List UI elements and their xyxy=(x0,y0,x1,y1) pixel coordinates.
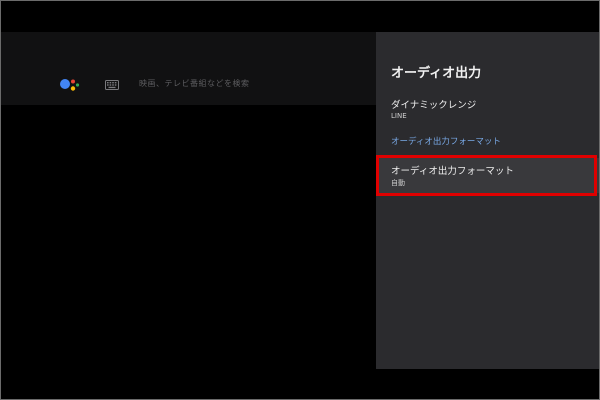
audio-output-format-item[interactable]: オーディオ出力フォーマット 自動 xyxy=(376,158,599,193)
audio-output-settings-panel: オーディオ出力 ダイナミックレンジ LINE オーディオ出力フォーマット オーデ… xyxy=(376,32,599,369)
dynamic-range-item[interactable]: ダイナミックレンジ LINE xyxy=(376,92,599,128)
dynamic-range-label: ダイナミックレンジ xyxy=(391,100,477,111)
audio-format-section-header: オーディオ出力フォーマット xyxy=(391,137,501,147)
panel-title: オーディオ出力 xyxy=(391,66,482,81)
audio-output-format-label: オーディオ出力フォーマット xyxy=(391,166,514,177)
tv-screen: 映画、テレビ番組などを検索 オーディオ出力 ダイナミックレンジ LINE オーデ… xyxy=(0,0,600,400)
google-assistant-icon[interactable] xyxy=(57,76,81,94)
search-hint-text[interactable]: 映画、テレビ番組などを検索 xyxy=(139,78,250,89)
keyboard-icon[interactable] xyxy=(105,80,119,90)
dynamic-range-value: LINE xyxy=(391,112,407,120)
audio-output-format-value: 自動 xyxy=(391,179,405,187)
